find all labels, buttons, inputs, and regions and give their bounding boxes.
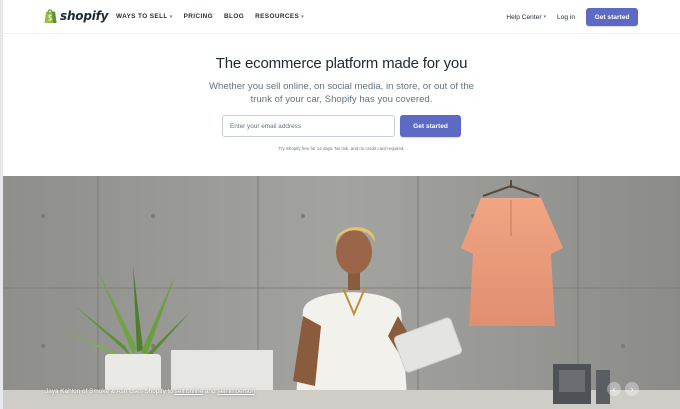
slideshow-controls: ‹ › <box>607 382 639 396</box>
trial-fine-print: Try Shopify free for 14 days. No risk, a… <box>278 146 405 151</box>
nav-resources-label: RESOURCES <box>255 13 300 20</box>
primary-nav: WAYS TO SELL ▾ PRICING BLOG RESOURCES ▾ <box>116 13 304 20</box>
help-center-link[interactable]: Help Center ▾ <box>506 14 546 21</box>
hero-photo: Jaya Kahlon of Smoke & Ash uses Shopify … <box>3 176 680 409</box>
nav-blog[interactable]: BLOG <box>224 13 244 20</box>
photo-caption: Jaya Kahlon of Smoke & Ash uses Shopify … <box>45 388 255 395</box>
chevron-down-icon: ▾ <box>169 13 173 20</box>
caption-joiner: and <box>203 388 218 395</box>
sell-online-link[interactable]: sell online <box>175 388 203 395</box>
hero-subtitle: Whether you sell online, on social media… <box>3 80 680 106</box>
nav-resources[interactable]: RESOURCES ▾ <box>255 13 304 20</box>
chevron-down-icon: ▾ <box>543 14 547 20</box>
hero-subtitle-line-1: Whether you sell online, on social media… <box>208 81 475 92</box>
secondary-nav: Help Center ▾ Log in Get started <box>506 8 638 26</box>
sell-in-person-link[interactable]: sell in person <box>217 388 255 395</box>
brand-name: shopify <box>60 9 109 23</box>
shopping-bag-icon <box>44 8 57 24</box>
hero-subtitle-line-2: trunk of your car, Shopify has you cover… <box>250 94 433 105</box>
caption-text: Jaya Kahlon of Smoke & Ash uses Shopify … <box>45 388 175 395</box>
email-input[interactable] <box>222 115 395 137</box>
help-center-label: Help Center <box>506 13 542 21</box>
nav-pricing-label: PRICING <box>183 13 214 20</box>
nav-blog-label: BLOG <box>224 13 245 20</box>
chevron-down-icon: ▾ <box>301 13 305 20</box>
hero-get-started-button[interactable]: Get started <box>400 115 461 137</box>
chevron-right-icon[interactable]: › <box>625 382 639 396</box>
hero-section: The ecommerce platform made for you Whet… <box>3 35 680 176</box>
hero-title: The ecommerce platform made for you <box>215 55 468 72</box>
nav-ways-to-sell[interactable]: WAYS TO SELL ▾ <box>116 13 173 20</box>
nav-get-started-button[interactable]: Get started <box>586 8 638 26</box>
signup-form: Get started <box>222 115 461 137</box>
nav-ways-to-sell-label: WAYS TO SELL <box>116 13 168 20</box>
nav-pricing[interactable]: PRICING <box>184 13 213 20</box>
top-navigation: shopify WAYS TO SELL ▾ PRICING BLOG RESO… <box>3 0 680 34</box>
chevron-left-icon[interactable]: ‹ <box>607 382 621 396</box>
merchant-photo-image <box>3 176 680 409</box>
shopify-logo[interactable]: shopify <box>44 8 108 24</box>
login-link[interactable]: Log in <box>557 14 575 21</box>
